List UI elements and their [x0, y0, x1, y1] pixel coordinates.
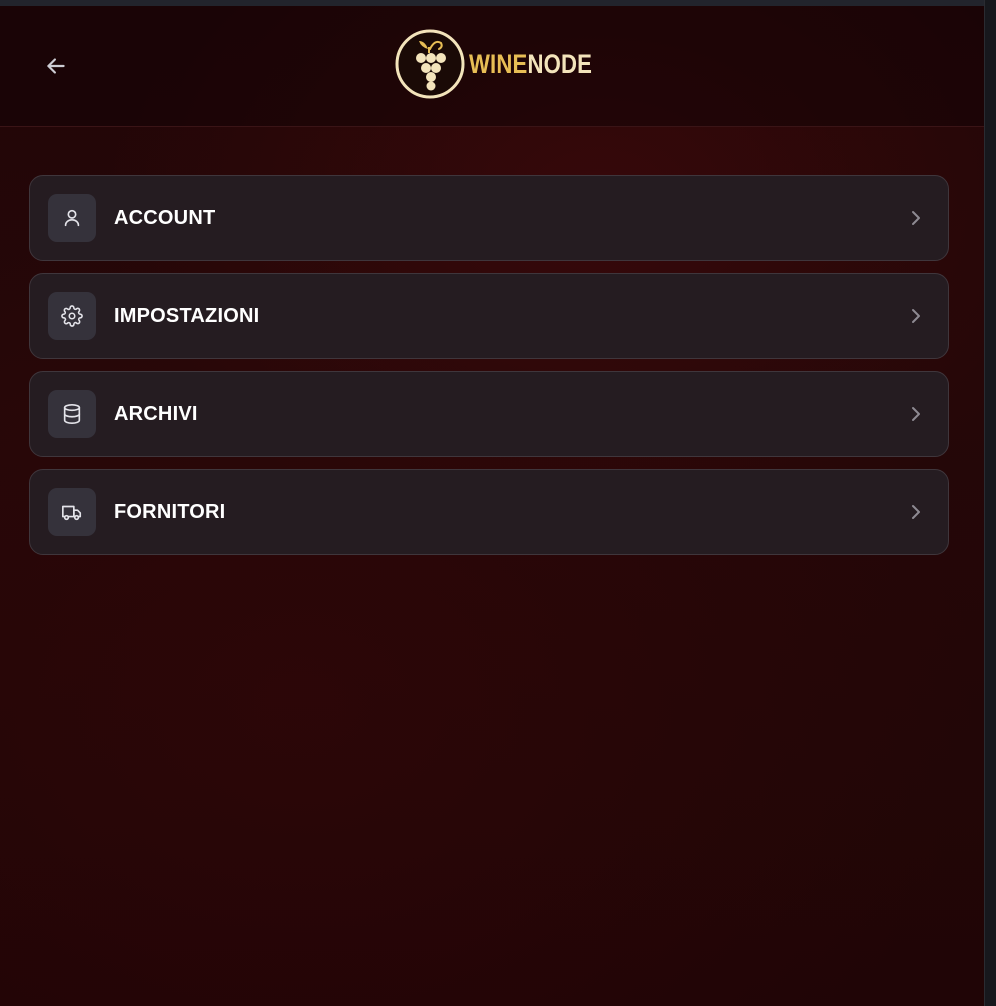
chevron-right-icon — [906, 305, 926, 327]
database-icon — [63, 404, 81, 424]
menu-item-archivi[interactable]: ARCHIVI — [29, 371, 949, 457]
menu-item-label: ARCHIVI — [114, 402, 198, 425]
header-bar: WINE NODE — [0, 6, 984, 127]
window-right-edge — [984, 0, 996, 1006]
user-icon — [64, 209, 80, 227]
menu-item-account[interactable]: ACCOUNT — [29, 175, 949, 261]
menu-item-impostazioni[interactable]: IMPOSTAZIONI — [29, 273, 949, 359]
truck-icon — [62, 505, 82, 521]
menu-icon-tile — [48, 488, 96, 536]
chevron-right-icon — [906, 207, 926, 229]
chevron-right-icon — [906, 403, 926, 425]
gear-icon — [61, 305, 83, 327]
menu-item-label: FORNITORI — [114, 500, 226, 523]
menu-icon-tile — [48, 194, 96, 242]
arrow-left-icon — [47, 58, 65, 74]
settings-menu: ACCOUNT IMPOSTAZIONI ARCHIVI FORNITORI — [29, 175, 949, 567]
grape-icon — [395, 29, 465, 99]
back-button[interactable] — [36, 48, 76, 84]
chevron-right-icon — [906, 501, 926, 523]
menu-icon-tile — [48, 292, 96, 340]
logo-word-wine: WINE — [469, 48, 528, 79]
app-window: WINE NODE ACCOUNT IMPOSTAZIONI ARCHIVI F… — [0, 0, 984, 1006]
winenode-logo: WINE NODE — [395, 28, 619, 100]
logo-word-node: NODE — [527, 48, 593, 79]
menu-item-fornitori[interactable]: FORNITORI — [29, 469, 949, 555]
menu-item-label: ACCOUNT — [114, 206, 216, 229]
menu-icon-tile — [48, 390, 96, 438]
menu-item-label: IMPOSTAZIONI — [114, 304, 260, 327]
logo-wordmark: WINE NODE — [469, 49, 592, 80]
